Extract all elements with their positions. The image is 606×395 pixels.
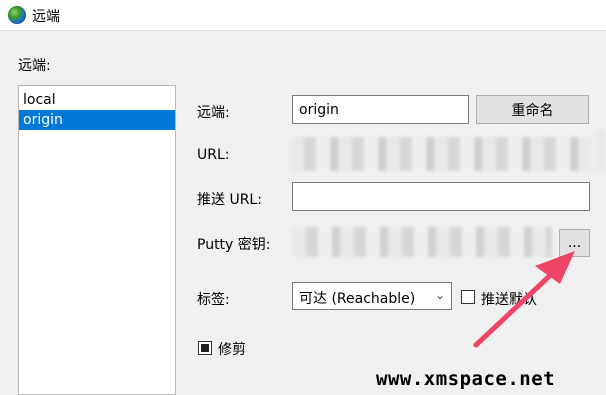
title-bar: 远端 [0, 0, 606, 31]
remotes-list-label: 远端: [18, 58, 51, 74]
putty-key-input-redacted[interactable] [292, 227, 552, 257]
globe-icon [8, 6, 26, 24]
push-url-input[interactable] [292, 182, 590, 211]
window-title: 远端 [32, 9, 60, 25]
tags-select[interactable]: 可达 (Reachable) ⌄ [292, 282, 452, 310]
browse-button[interactable]: ... [559, 229, 590, 257]
push-default-label: 推送默认 [481, 292, 537, 308]
remotes-list[interactable]: local origin [18, 85, 176, 395]
remote-name-input[interactable] [292, 95, 469, 124]
watermark-text: www.xmspace.net [376, 368, 556, 390]
prune-checkbox[interactable] [198, 341, 212, 355]
chevron-down-icon: ⌄ [434, 288, 445, 302]
prune-label: 修剪 [218, 342, 246, 358]
rename-button[interactable]: 重命名 [476, 95, 589, 124]
tags-select-value: 可达 (Reachable) [299, 291, 416, 307]
push-default-checkbox[interactable] [461, 290, 475, 304]
list-item-origin[interactable]: origin [19, 110, 175, 130]
url-overflow-redacted [596, 131, 606, 171]
tags-label: 标签: [197, 292, 230, 308]
url-input-redacted[interactable] [290, 137, 592, 171]
list-item-local[interactable]: local [19, 90, 175, 110]
url-label: URL: [197, 147, 230, 163]
push-url-label: 推送 URL: [197, 192, 262, 208]
putty-key-label: Putty 密钥: [197, 237, 271, 253]
remote-name-label: 远端: [197, 105, 230, 121]
